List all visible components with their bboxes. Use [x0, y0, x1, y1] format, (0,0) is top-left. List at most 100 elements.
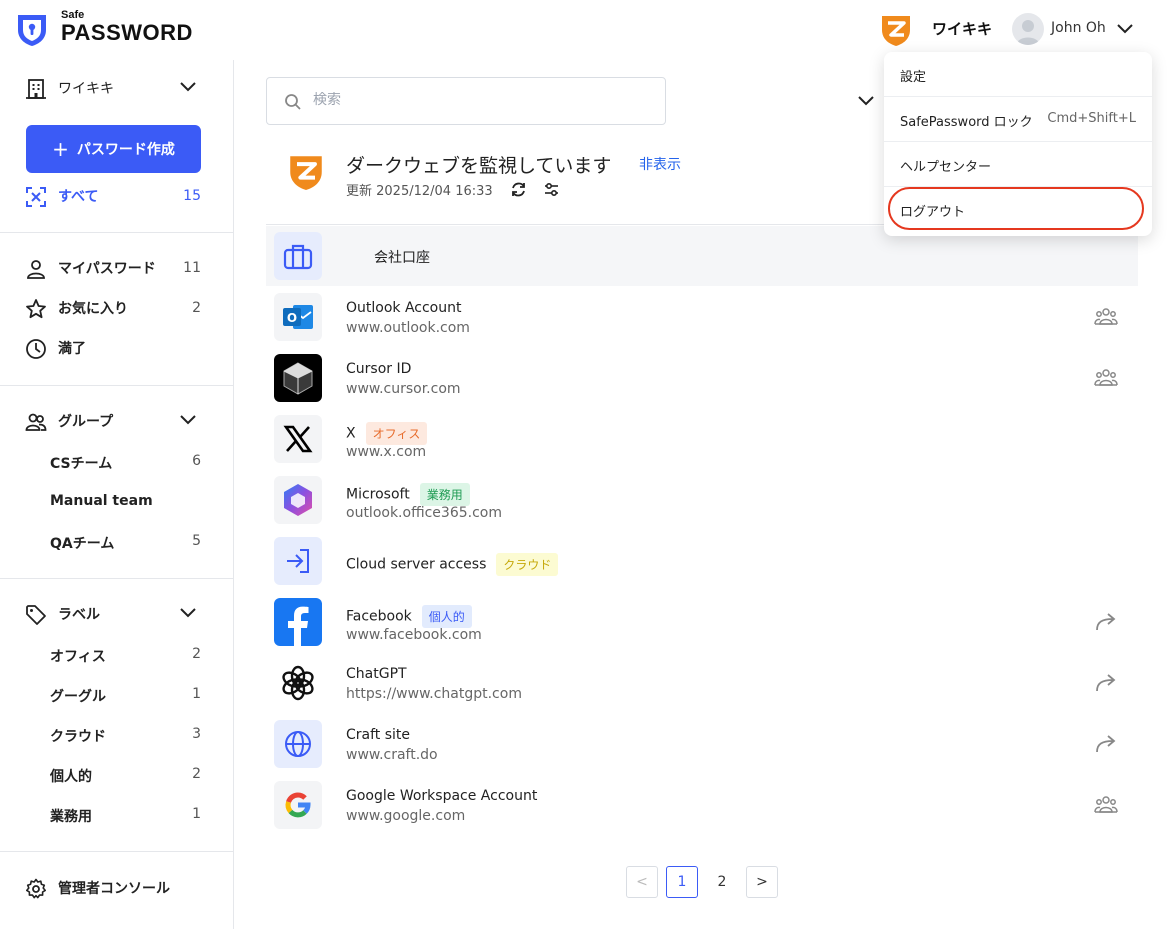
tag-badge: 業務用: [419, 483, 470, 506]
chevron-down-icon[interactable]: [857, 94, 875, 108]
sidebar-label-name: 業務用: [50, 809, 92, 825]
create-password-button[interactable]: + パスワード作成: [26, 125, 201, 173]
menu-item-shortcut: Cmd+Shift+L: [1047, 111, 1136, 126]
tag-badge: クラウド: [496, 553, 559, 576]
item-name: Google Workspace Account: [346, 788, 538, 804]
sidebar-item-count: 11: [183, 260, 201, 276]
list-item[interactable]: ChatGPT https://www.chatgpt.com: [266, 653, 1138, 713]
list-item[interactable]: Cloud server access クラウド: [266, 531, 1138, 591]
divider: [0, 232, 233, 233]
chevron-down-icon[interactable]: [1116, 22, 1134, 36]
admin-console-link[interactable]: 管理者コンソール: [0, 874, 233, 902]
sidebar-label-item[interactable]: 業務用 1: [0, 803, 233, 827]
highlight-ring: [888, 187, 1144, 230]
item-url: www.craft.do: [346, 747, 438, 763]
sidebar-label-item[interactable]: グーグル 1: [0, 683, 233, 707]
item-name: Craft site: [346, 727, 411, 743]
org-switcher-label: ワイキキ: [58, 81, 114, 97]
sidebar-label-name: 個人的: [50, 769, 92, 785]
darkweb-monitor-icon[interactable]: [880, 13, 912, 47]
chatgpt-icon: [274, 659, 322, 707]
list-item[interactable]: Cursor ID www.cursor.com: [266, 348, 1138, 408]
pagination-prev[interactable]: <: [626, 866, 658, 898]
sidebar-section-label: グループ: [58, 414, 114, 430]
sidebar-label-count: 3: [192, 726, 201, 742]
item-url: www.outlook.com: [346, 320, 470, 336]
google-icon: [274, 781, 322, 829]
org-name[interactable]: ワイキキ: [932, 18, 992, 39]
sidebar-group-label: CSチーム: [50, 456, 113, 472]
item-url: www.facebook.com: [346, 627, 482, 643]
sidebar-label-item[interactable]: 個人的 2: [0, 763, 233, 787]
sidebar-group-count: 5: [192, 533, 201, 549]
menu-item-settings[interactable]: 設定: [884, 52, 1152, 97]
sidebar-group-item[interactable]: Manual team: [0, 490, 233, 514]
filter-settings-icon[interactable]: [543, 181, 560, 198]
sidebar-item-all[interactable]: すべて 15: [0, 182, 233, 210]
sidebar-item-my-passwords[interactable]: マイパスワード 11: [0, 254, 233, 282]
user-icon: [27, 260, 45, 279]
item-name: ChatGPT: [346, 666, 407, 682]
sidebar-section-groups[interactable]: グループ: [0, 407, 233, 435]
pagination-page[interactable]: 1: [666, 866, 698, 898]
share-arrow-icon[interactable]: [1094, 610, 1118, 634]
org-switcher[interactable]: ワイキキ: [0, 74, 233, 102]
group-icon-box: [274, 232, 322, 280]
sidebar-item-label: すべて: [58, 189, 99, 205]
shared-users-icon[interactable]: [1094, 793, 1118, 817]
clock-icon: [26, 339, 46, 359]
search-box[interactable]: [266, 77, 666, 125]
sidebar-section-labels[interactable]: ラベル: [0, 600, 233, 628]
sidebar-group-count: 6: [192, 453, 201, 469]
share-arrow-icon[interactable]: [1094, 671, 1118, 695]
sidebar-item-label: お気に入り: [58, 301, 128, 317]
list-item[interactable]: Microsoft 業務用 outlook.office365.com: [266, 470, 1138, 530]
item-name-text: X: [346, 425, 356, 442]
sidebar-label-item[interactable]: オフィス 2: [0, 643, 233, 667]
app-logo[interactable]: [14, 12, 50, 48]
sidebar-group-item[interactable]: CSチーム 6: [0, 450, 233, 474]
globe-icon: [274, 720, 322, 768]
sidebar-group-item[interactable]: QAチーム 5: [0, 530, 233, 554]
sidebar-section-label: ラベル: [58, 607, 100, 623]
sidebar-label-item[interactable]: クラウド 3: [0, 723, 233, 747]
sidebar-group-label: Manual team: [50, 493, 153, 509]
item-name: Microsoft 業務用: [346, 483, 470, 506]
facebook-icon: [274, 598, 322, 646]
menu-item-help-center[interactable]: ヘルプセンター: [884, 142, 1152, 187]
shared-users-icon[interactable]: [1094, 305, 1118, 329]
sidebar-label-name: グーグル: [50, 689, 106, 705]
menu-item-label: SafePassword ロック: [900, 115, 1033, 130]
item-url: outlook.office365.com: [346, 505, 502, 521]
list-item[interactable]: Google Workspace Account www.google.com: [266, 775, 1138, 835]
sidebar-item-favorites[interactable]: お気に入り 2: [0, 294, 233, 322]
item-name: Cloud server access クラウド: [346, 553, 559, 576]
user-name[interactable]: John Oh: [1051, 20, 1106, 36]
pagination-page[interactable]: 2: [706, 866, 738, 898]
svg-text:O: O: [287, 311, 297, 325]
shared-users-icon[interactable]: [1094, 366, 1118, 390]
microsoft365-icon: [274, 476, 322, 524]
item-name: Facebook 個人的: [346, 605, 472, 628]
list-item[interactable]: X オフィス www.x.com: [266, 409, 1138, 469]
search-input[interactable]: [313, 92, 643, 108]
avatar[interactable]: [1012, 13, 1044, 45]
item-name-text: Facebook: [346, 608, 412, 625]
all-items-icon: [26, 187, 46, 207]
darkweb-updated: 更新 2025/12/04 16:33: [346, 184, 493, 199]
share-arrow-icon[interactable]: [1094, 732, 1118, 756]
sidebar-label-name: オフィス: [50, 649, 106, 665]
group-row-label: 会社口座: [374, 250, 430, 266]
plus-icon: +: [52, 137, 69, 161]
star-icon: [26, 299, 46, 319]
pagination-next[interactable]: >: [746, 866, 778, 898]
refresh-icon[interactable]: [510, 181, 527, 198]
list-item[interactable]: O Outlook Account www.outlook.com: [266, 287, 1138, 347]
menu-item-lock[interactable]: SafePassword ロック Cmd+Shift+L: [884, 97, 1152, 142]
sidebar-item-label: 満了: [58, 341, 86, 357]
darkweb-hide-link[interactable]: 非表示: [639, 154, 681, 174]
item-name-text: Cloud server access: [346, 556, 487, 573]
list-item[interactable]: Craft site www.craft.do: [266, 714, 1138, 774]
list-item[interactable]: Facebook 個人的 www.facebook.com: [266, 592, 1138, 652]
sidebar-item-expired[interactable]: 満了: [0, 334, 233, 362]
